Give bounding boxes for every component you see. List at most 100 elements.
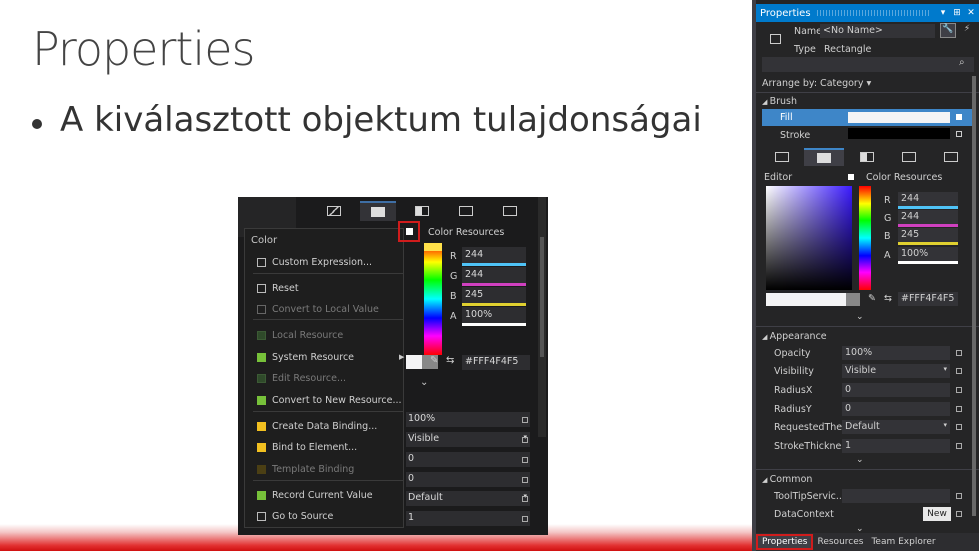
fill-swatch[interactable] [848,112,950,123]
menu-item[interactable]: Reset [257,281,299,295]
image-brush-button[interactable] [448,201,484,221]
menu-item[interactable]: System Resource ▶ [257,350,404,364]
advanced-marker[interactable] [522,516,528,522]
solid-brush-button[interactable] [360,201,396,221]
fill-advanced-marker[interactable] [956,114,962,120]
hex-input[interactable]: #FFF4F4F5 [462,355,530,370]
hue-handle[interactable] [424,243,442,251]
stroke-swatch[interactable] [848,128,950,139]
panel-hex-input[interactable]: #FFF4F4F5 [898,292,958,306]
channel-input[interactable]: 245 [462,287,526,303]
tab-properties[interactable]: Properties [756,534,814,550]
tooltip-input[interactable] [842,489,950,503]
brush-collapse-chevron-icon[interactable]: ⌄ [856,312,864,322]
tab-team-explorer[interactable]: Team Explorer [867,537,939,547]
channel-input[interactable]: 100% [898,247,958,261]
scrollbar[interactable] [538,197,546,437]
appearance-value[interactable]: 1 [842,439,950,453]
channel-input[interactable]: 244 [898,210,958,224]
advanced-marker[interactable] [522,437,528,443]
no-brush-button[interactable] [316,201,352,221]
appearance-value[interactable]: Visible ▾ [842,364,950,378]
resource-brush-button[interactable] [492,201,528,221]
scrollbar-thumb[interactable] [540,237,544,357]
advanced-marker[interactable] [956,350,962,356]
search-icon[interactable]: ⌕ [959,57,965,68]
channel-slider[interactable] [898,242,958,245]
channel-input[interactable]: 244 [462,267,526,283]
advanced-marker[interactable] [522,417,528,423]
tooltip-marker[interactable] [956,493,962,499]
property-value[interactable]: 0 [406,472,530,487]
advanced-marker[interactable] [522,496,528,502]
channel-slider[interactable] [898,261,958,264]
advanced-marker[interactable] [956,424,962,430]
drag-grip[interactable] [816,10,931,16]
menu-item[interactable]: Bind to Element... [257,440,357,454]
advanced-marker[interactable] [956,406,962,412]
events-bolt-icon[interactable]: ⚡ [960,24,974,38]
channel-input[interactable]: 244 [898,192,958,206]
property-value[interactable]: 100% [406,412,530,427]
tab-resources[interactable]: Resources [813,537,867,547]
collapse-chevron-icon[interactable]: ⌄ [420,377,428,388]
arrange-by-dropdown[interactable]: Arrange by: Category ▾ [762,78,871,89]
eyedropper-icon[interactable]: ✎ [430,355,438,366]
channel-input[interactable]: 244 [462,247,526,263]
panel-no-brush-button[interactable] [762,148,801,166]
datacontext-marker[interactable] [956,511,962,517]
channel-slider[interactable] [462,323,526,326]
menu-item[interactable]: Create Data Binding... [257,419,377,433]
new-button[interactable]: New [923,507,951,521]
dropdown-icon[interactable]: ▾ [937,8,949,18]
channel-slider[interactable] [462,283,526,286]
close-icon[interactable]: ✕ [965,8,977,18]
pin-icon[interactable]: ⊞ [951,8,963,18]
channel-slider[interactable] [898,206,958,209]
panel-image-brush-button[interactable] [889,148,928,166]
appearance-value[interactable]: 0 [842,383,950,397]
appearance-value[interactable]: 100% [842,346,950,360]
advanced-marker[interactable] [956,368,962,374]
advanced-options-highlight[interactable] [398,221,420,242]
appearance-value[interactable]: Default ▾ [842,420,950,434]
property-value[interactable]: Default ▾ [406,491,530,506]
fill-row[interactable]: Fill [762,109,974,126]
hue-slider[interactable] [424,243,442,355]
appearance-value[interactable]: 0 [842,402,950,416]
menu-item[interactable]: Custom Expression... [257,255,372,269]
advanced-marker[interactable] [956,387,962,393]
editor-advanced-marker[interactable] [848,174,854,180]
properties-wrench-icon[interactable]: 🔧 [940,23,956,38]
advanced-marker[interactable] [522,477,528,483]
panel-eyedropper-icon[interactable]: ✎ [868,293,876,304]
appearance-collapse-chevron-icon[interactable]: ⌄ [856,455,864,465]
property-value[interactable]: 0 [406,452,530,467]
panel-resource-brush-button[interactable] [932,148,971,166]
saturation-value-picker[interactable] [766,186,852,290]
appearance-section-header[interactable]: Appearance [762,331,827,342]
search-input[interactable] [762,57,974,72]
panel-scrollbar-thumb[interactable] [972,76,976,516]
color-resources-tab[interactable]: Color Resources [866,172,942,183]
gradient-brush-button[interactable] [404,201,440,221]
advanced-marker[interactable] [522,457,528,463]
channel-input[interactable]: 245 [898,228,958,242]
panel-scrollbar[interactable] [970,70,978,530]
panel-solid-brush-button[interactable] [804,148,844,166]
panel-hue-slider[interactable] [859,186,871,290]
menu-item[interactable]: Go to Source [257,509,333,523]
advanced-marker[interactable] [956,443,962,449]
common-section-header[interactable]: Common [762,474,813,485]
channel-slider[interactable] [462,263,526,266]
channel-input[interactable]: 100% [462,307,526,323]
menu-item[interactable]: Record Current Value [257,488,373,502]
channel-slider[interactable] [898,224,958,227]
swap-icon[interactable]: ⇆ [446,355,454,366]
stroke-advanced-marker[interactable] [956,131,962,137]
brush-section-header[interactable]: Brush [762,96,797,107]
editor-tab[interactable]: Editor [764,172,792,183]
panel-swap-icon[interactable]: ⇆ [884,293,892,304]
menu-item[interactable]: Convert to New Resource... [257,393,402,407]
name-input[interactable]: <No Name> [820,24,935,38]
